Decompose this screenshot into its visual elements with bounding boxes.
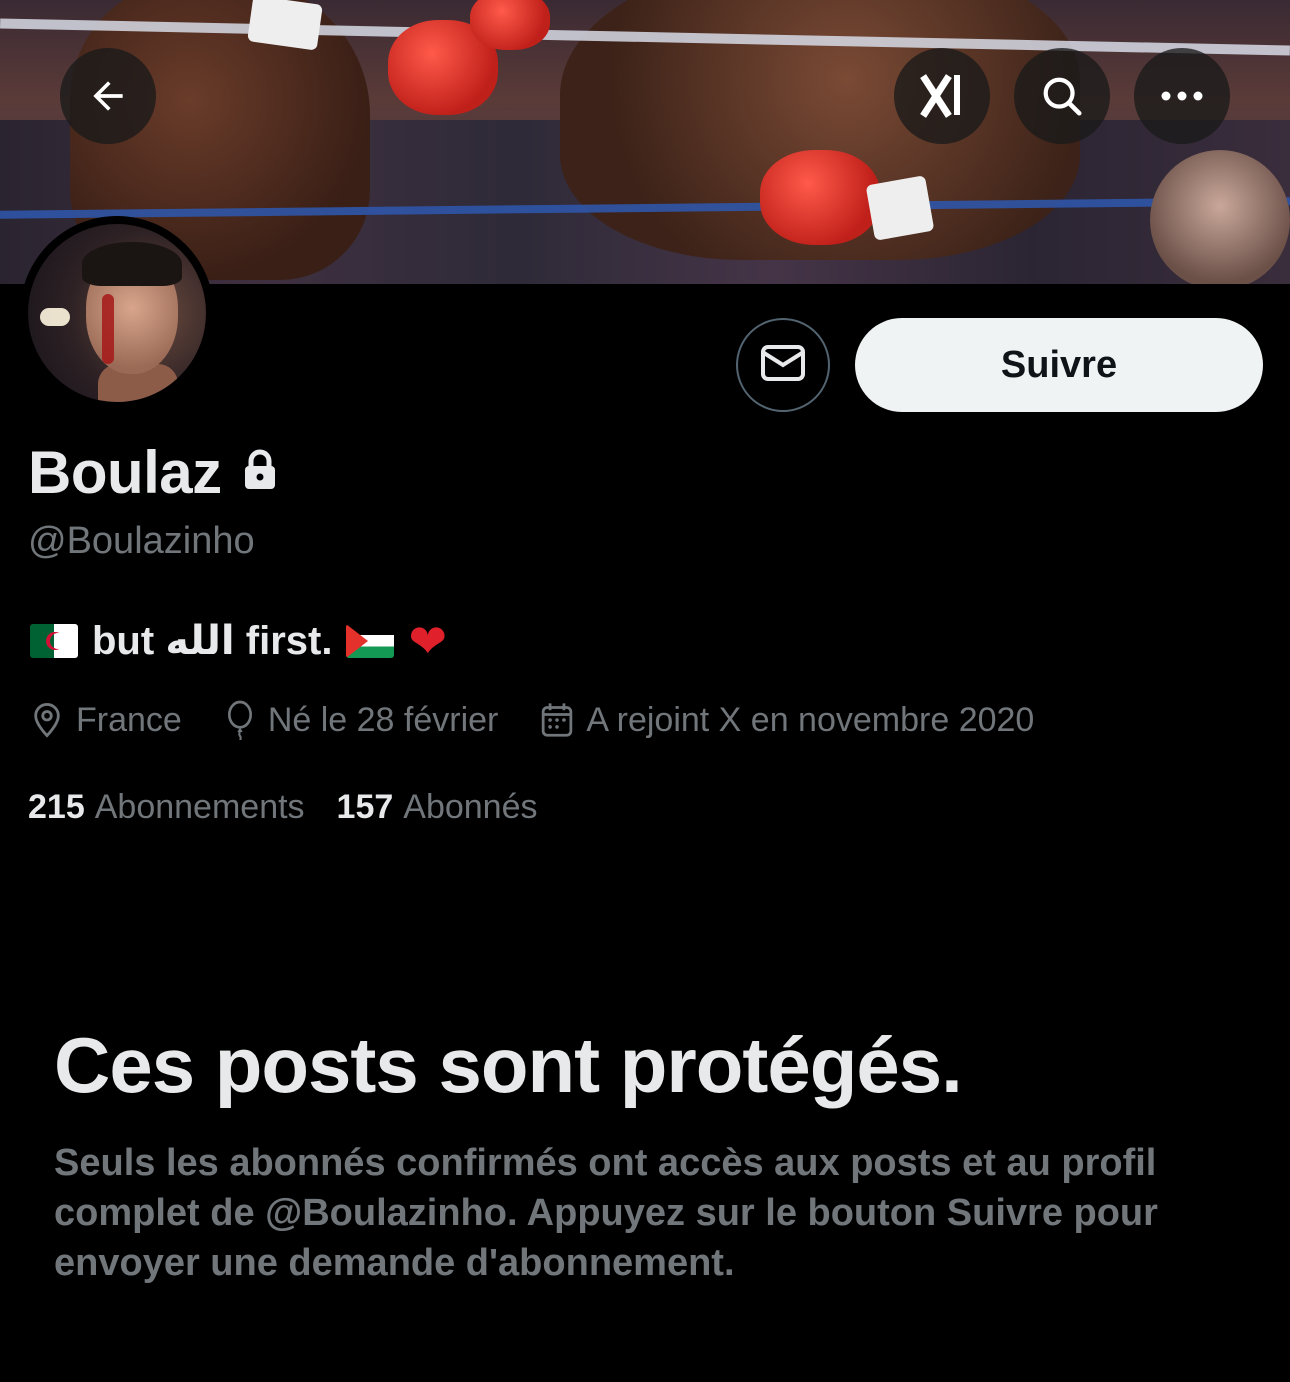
avatar[interactable] (20, 216, 214, 410)
protected-description: Seuls les abonnés confirmés ont accès au… (54, 1142, 1158, 1284)
following-link[interactable]: 215 Abonnements (28, 788, 305, 827)
algeria-flag-icon (30, 624, 78, 658)
followers-label: Abonnés (403, 788, 538, 826)
red-heart-icon: ❤ (408, 615, 447, 667)
search-icon (1039, 73, 1085, 119)
location-item: France (30, 701, 182, 740)
bio-text: but الله first. (92, 619, 333, 663)
joined-text: A rejoint X en novembre 2020 (586, 700, 1035, 739)
birthday-text: Né le 28 février (267, 700, 499, 739)
palestine-flag-icon (346, 624, 395, 658)
display-name: Boulaz (28, 439, 222, 506)
following-count: 215 (28, 788, 85, 826)
follow-stats: 215 Abonnements 157 Abonnés (28, 788, 538, 827)
profile-meta: France Né le 28 février A rejoint X en n… (30, 700, 1076, 740)
search-button[interactable] (1014, 48, 1110, 144)
following-label: Abonnements (94, 788, 305, 826)
lock-icon (242, 449, 278, 496)
followers-link[interactable]: 157 Abonnés (337, 788, 538, 827)
more-button[interactable] (1134, 48, 1230, 144)
balloon-icon (224, 700, 256, 740)
name-row: Boulaz (28, 438, 278, 507)
joined-item: A rejoint X en novembre 2020 (540, 701, 1034, 740)
grok-button[interactable] (894, 48, 990, 144)
message-button[interactable] (736, 318, 830, 412)
bio: but الله first. ❤ (30, 618, 447, 664)
more-horizontal-icon (1160, 90, 1204, 102)
profile-banner[interactable] (0, 0, 1290, 284)
calendar-icon (540, 702, 574, 738)
grok-icon (917, 71, 967, 121)
arrow-left-icon (86, 74, 130, 118)
location-pin-icon (30, 701, 64, 739)
followers-count: 157 (336, 788, 394, 826)
birthday-item: Né le 28 février (224, 700, 499, 740)
follow-button[interactable]: Suivre (855, 318, 1263, 412)
envelope-icon (760, 343, 806, 388)
user-handle: @Boulazinho (28, 520, 255, 562)
protected-title: Ces posts sont protégés. (54, 1021, 963, 1109)
location-text: France (76, 700, 182, 739)
back-button[interactable] (60, 48, 156, 144)
